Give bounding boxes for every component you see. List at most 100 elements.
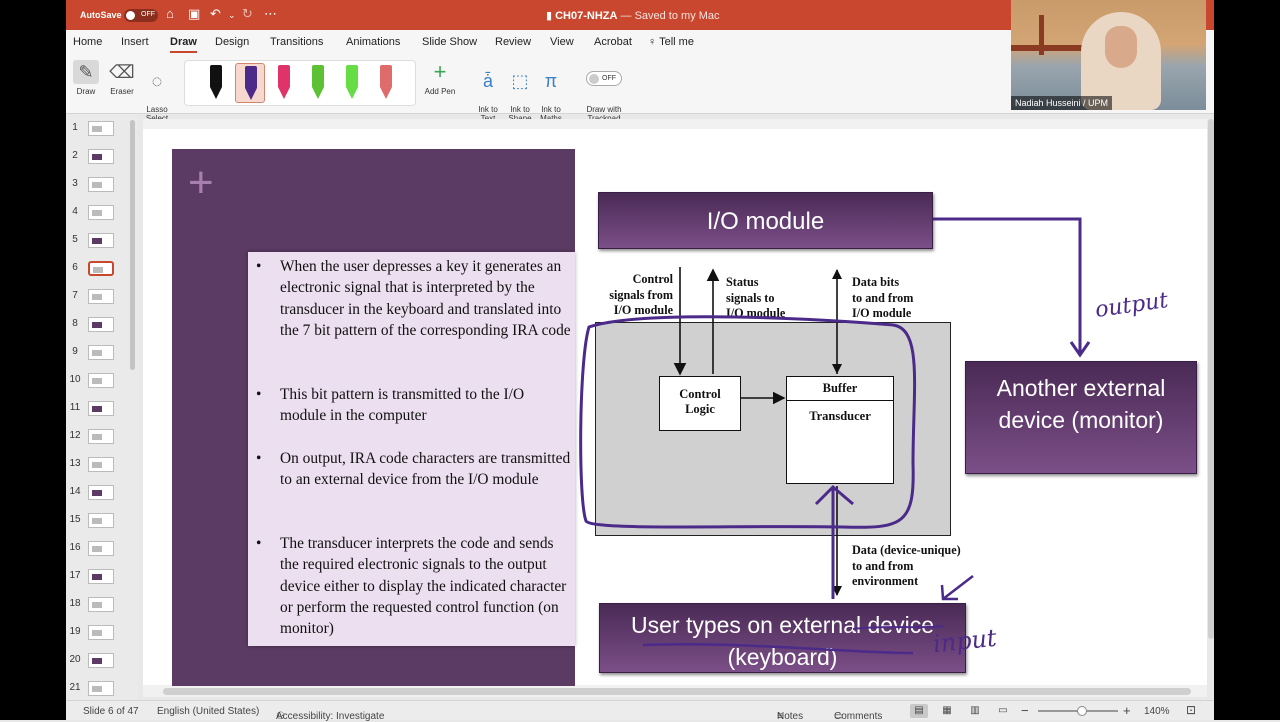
plus-decoration-icon: + xyxy=(188,158,214,207)
slide-sorter-icon[interactable]: ▦ xyxy=(938,704,956,718)
comments-label: Comments xyxy=(834,711,883,722)
autosave-toggle[interactable]: OFF xyxy=(124,9,158,22)
undo-dropdown-icon[interactable]: ⌄ xyxy=(228,9,236,22)
zoom-in-icon[interactable]: + xyxy=(1123,703,1131,718)
slide-thumbnail[interactable]: 6 xyxy=(66,257,138,279)
slide-thumbnail[interactable]: 13 xyxy=(66,453,138,475)
slide-thumbnail[interactable]: 14 xyxy=(66,481,138,503)
pen-pink[interactable] xyxy=(269,63,299,103)
bullet-1: When the user depresses a key it generat… xyxy=(256,256,572,341)
slide-thumbnail[interactable]: 20 xyxy=(66,649,138,671)
zoom-out-icon[interactable]: − xyxy=(1021,703,1029,718)
pen-green[interactable] xyxy=(303,63,333,103)
trackpad-toggle[interactable]: OFF xyxy=(586,71,622,86)
tab-home[interactable]: Home xyxy=(73,36,102,48)
reading-view-icon[interactable]: ▥ xyxy=(966,704,984,718)
slide-thumbnail[interactable]: 9 xyxy=(66,341,138,363)
slide-number: 18 xyxy=(69,598,81,609)
normal-view-icon[interactable]: ▤ xyxy=(910,704,928,718)
slide-thumbnail[interactable]: 18 xyxy=(66,593,138,615)
save-icon[interactable]: ▣ xyxy=(188,7,200,20)
slide-preview xyxy=(88,121,114,136)
slide-number: 11 xyxy=(69,402,81,413)
ink-to-maths-button[interactable]: π Ink to Maths xyxy=(536,60,566,123)
buffer-box: Buffer Transducer xyxy=(786,376,894,484)
slide-thumbnail[interactable]: 15 xyxy=(66,509,138,531)
pen-black[interactable] xyxy=(201,63,231,103)
slide-thumbnail[interactable]: 17 xyxy=(66,565,138,587)
slide-preview xyxy=(88,289,114,304)
lightbulb-icon: ♀ xyxy=(648,36,660,48)
highlighter-green[interactable] xyxy=(337,63,367,103)
tab-animations[interactable]: Animations xyxy=(346,36,400,48)
saved-status: — Saved to my Mac xyxy=(617,10,720,22)
slide-preview xyxy=(88,429,114,444)
slide-thumbnail[interactable]: 16 xyxy=(66,537,138,559)
slideshow-icon[interactable]: ▭ xyxy=(994,704,1012,718)
home-icon[interactable]: ⌂ xyxy=(166,7,174,20)
eraser-button[interactable]: ⌫ Eraser xyxy=(106,60,138,96)
video-overlay: Nadiah Husseini / UPM xyxy=(1011,0,1206,110)
tab-view[interactable]: View xyxy=(550,36,574,48)
slide-number: 6 xyxy=(72,262,78,273)
slide-thumbnail[interactable]: 11 xyxy=(66,397,138,419)
io-module-box[interactable]: I/O module xyxy=(598,192,933,249)
slide: + When the user depresses a key it gener… xyxy=(143,129,1207,686)
slide-thumbnail[interactable]: 8 xyxy=(66,313,138,335)
slide-thumbnail[interactable]: 10 xyxy=(66,369,138,391)
slide-preview xyxy=(88,373,114,388)
tab-acrobat[interactable]: Acrobat xyxy=(594,36,632,48)
zoom-knob[interactable] xyxy=(1077,706,1087,716)
lasso-select-button[interactable]: ◌ Lasso Select xyxy=(142,60,172,123)
more-icon[interactable]: ⋯ xyxy=(264,7,277,20)
slide-preview xyxy=(88,149,114,164)
tab-draw[interactable]: Draw xyxy=(170,36,197,53)
keyboard-box[interactable]: User types on external device (keyboard) xyxy=(599,603,966,673)
control-logic-box: Control Logic xyxy=(659,376,741,431)
slide-thumbnail[interactable]: 7 xyxy=(66,285,138,307)
tab-insert[interactable]: Insert xyxy=(121,36,149,48)
add-pen-button[interactable]: + Add Pen xyxy=(420,60,460,97)
horizontal-scrollbar[interactable] xyxy=(163,688,1191,695)
slide-thumbnail[interactable]: 19 xyxy=(66,621,138,643)
slide-thumbnail[interactable]: 12 xyxy=(66,425,138,447)
monitor-box[interactable]: Another external device (monitor) xyxy=(965,361,1197,474)
pen-salmon[interactable] xyxy=(371,63,401,103)
ink-input-text: input xyxy=(931,623,998,659)
thumbnail-scrollbar[interactable] xyxy=(130,120,135,370)
document-title: ▮ CH07-NHZA — Saved to my Mac xyxy=(546,9,720,22)
device-box xyxy=(595,322,951,536)
ink-to-shape-button[interactable]: ⬚ Ink to Shape xyxy=(505,60,535,123)
draw-button[interactable]: ✎ Draw xyxy=(71,60,101,96)
slide-thumbnail[interactable]: 1 xyxy=(66,117,138,139)
draw-with-trackpad-button[interactable]: OFF Draw with Trackpad xyxy=(582,62,626,123)
redo-icon[interactable]: ↻ xyxy=(242,7,253,20)
slide-preview xyxy=(88,541,114,556)
lasso-icon: ◌ xyxy=(151,71,163,91)
slide-preview xyxy=(88,261,114,276)
slide-thumbnail[interactable]: 21 xyxy=(66,677,138,699)
tab-slide-show[interactable]: Slide Show xyxy=(422,36,477,48)
slide-preview xyxy=(88,233,114,248)
tab-design[interactable]: Design xyxy=(215,36,249,48)
slide-preview xyxy=(88,513,114,528)
slide-number: 2 xyxy=(72,150,78,161)
undo-icon[interactable]: ↶ xyxy=(210,7,221,20)
slide-preview xyxy=(88,401,114,416)
tab-transitions[interactable]: Transitions xyxy=(270,36,323,48)
zoom-level[interactable]: 140% xyxy=(1144,706,1170,717)
tell-me[interactable]: ♀ Tell me xyxy=(648,36,694,48)
slide-thumbnail[interactable]: 3 xyxy=(66,173,138,195)
pen-purple[interactable] xyxy=(235,63,265,103)
ink-to-text-button[interactable]: ǡ Ink to Text xyxy=(474,60,502,123)
slide-thumbnail[interactable]: 2 xyxy=(66,145,138,167)
slide-thumbnail[interactable]: 4 xyxy=(66,201,138,223)
vertical-scrollbar[interactable] xyxy=(1208,119,1214,639)
bullet-box[interactable]: When the user depresses a key it generat… xyxy=(248,252,575,646)
slide-preview xyxy=(88,205,114,220)
tab-review[interactable]: Review xyxy=(495,36,531,48)
fit-slide-icon[interactable]: ⊡ xyxy=(1186,703,1196,717)
slide-thumbnail[interactable]: 5 xyxy=(66,229,138,251)
language-status[interactable]: English (United States) xyxy=(157,706,259,717)
slide-number: 20 xyxy=(69,654,81,665)
